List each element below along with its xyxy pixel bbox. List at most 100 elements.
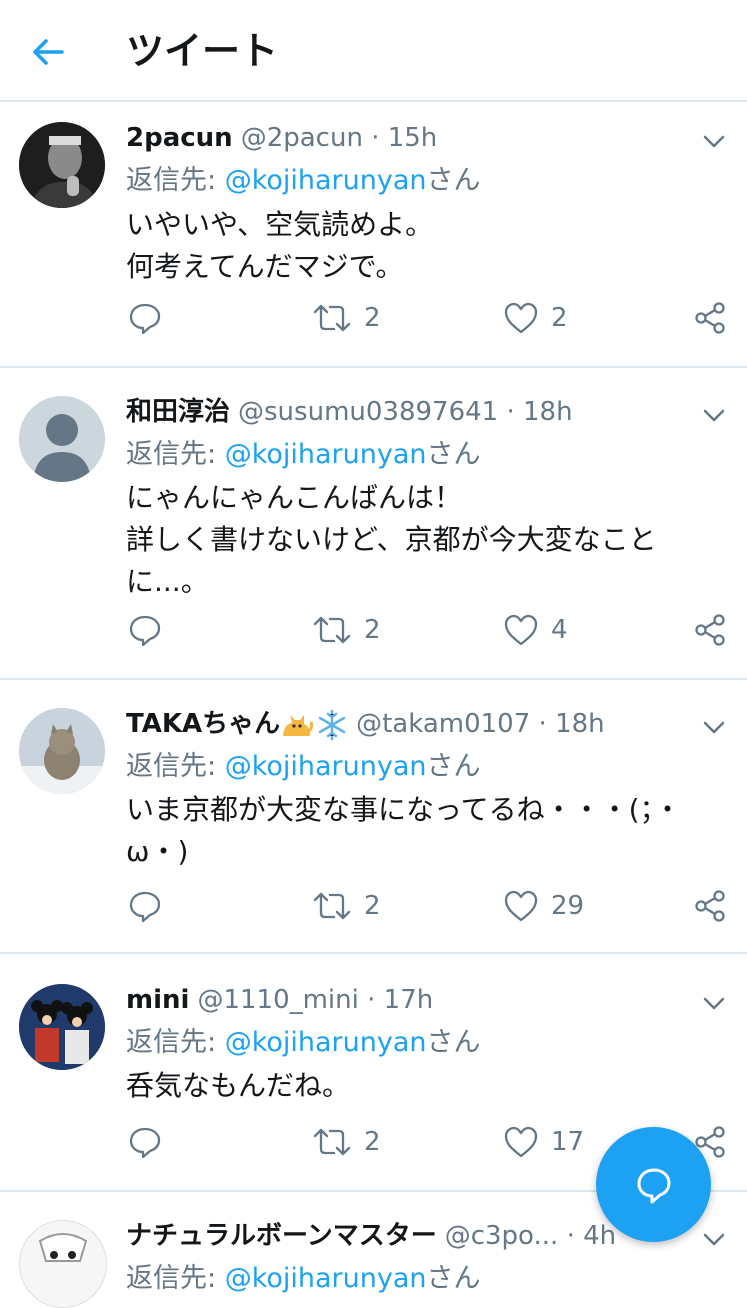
timestamp: 4h bbox=[583, 1221, 617, 1251]
reply-button[interactable] bbox=[128, 296, 162, 340]
handle[interactable]: @susumu03897641 bbox=[238, 397, 498, 427]
tweet-line: 詳しく書けないけど、京都が今大変なこと bbox=[126, 523, 657, 556]
timestamp: 18h bbox=[523, 397, 573, 427]
retweet-button[interactable]: 2 bbox=[312, 1120, 381, 1164]
chevron-down-icon[interactable] bbox=[701, 714, 727, 740]
retweet-button[interactable]: 2 bbox=[312, 884, 381, 928]
reply-prefix: 返信先: bbox=[126, 1263, 225, 1294]
reply-suffix: さん bbox=[426, 751, 481, 782]
share-button[interactable] bbox=[693, 884, 727, 928]
share-icon bbox=[695, 614, 725, 646]
reply-to-line: 返信先: @kojiharunyanさん bbox=[126, 747, 481, 787]
timestamp: 18h bbox=[555, 709, 605, 739]
chevron-down-icon[interactable] bbox=[701, 402, 727, 428]
back-arrow-icon[interactable] bbox=[28, 32, 68, 72]
tweet-header: mini @1110_mini · 17h bbox=[126, 980, 687, 1020]
like-button[interactable]: 17 bbox=[503, 1120, 584, 1164]
retweet-icon bbox=[313, 1128, 351, 1156]
tweet-line: いやいや、空気読めよ。 bbox=[126, 208, 434, 241]
reply-to-line: 返信先: @kojiharunyanさん bbox=[126, 161, 481, 201]
retweet-count: 2 bbox=[364, 303, 381, 333]
retweet-count: 2 bbox=[364, 1127, 381, 1157]
separator-dot: · bbox=[538, 709, 547, 739]
action-bar: 2 4 bbox=[0, 608, 747, 652]
chevron-down-icon[interactable] bbox=[701, 990, 727, 1016]
avatar[interactable] bbox=[19, 396, 105, 482]
tweet-line: いま京都が大変な事になってるね・・・(；・ bbox=[126, 793, 682, 826]
speech-bubble-icon bbox=[129, 615, 161, 647]
tweet-header: 2pacun @2pacun · 15h bbox=[126, 118, 687, 158]
compose-reply-icon bbox=[637, 1168, 670, 1203]
compose-reply-button[interactable] bbox=[596, 1127, 711, 1242]
speech-bubble-icon bbox=[129, 1127, 161, 1159]
avatar[interactable] bbox=[19, 708, 105, 794]
display-name[interactable]: ナチュラルボーンマスター bbox=[126, 1221, 437, 1251]
display-name[interactable]: 和田淳治 bbox=[126, 397, 230, 427]
tweet-item[interactable]: 2pacun @2pacun · 15h 返信先: @kojiharunyanさん… bbox=[0, 104, 747, 368]
share-icon bbox=[695, 302, 725, 334]
reply-button[interactable] bbox=[128, 608, 162, 652]
retweet-icon bbox=[313, 304, 351, 332]
action-bar: 2 2 bbox=[0, 296, 747, 340]
reply-to-link[interactable]: @kojiharunyan bbox=[225, 1027, 427, 1058]
handle[interactable]: @takam0107 bbox=[356, 709, 530, 739]
like-button[interactable]: 29 bbox=[503, 884, 584, 928]
reply-to-line: 返信先: @kojiharunyanさん bbox=[126, 435, 481, 475]
heart-icon bbox=[504, 614, 538, 646]
tweet-text: 呑気なもんだね。 bbox=[126, 1065, 707, 1107]
share-icon bbox=[695, 890, 725, 922]
cat-emoji-icon bbox=[283, 714, 314, 736]
avatar[interactable] bbox=[19, 122, 105, 208]
tweet-line: ω・) bbox=[126, 835, 189, 868]
avatar[interactable] bbox=[19, 984, 105, 1070]
handle[interactable]: @1110_mini bbox=[197, 985, 358, 1015]
reply-to-line: 返信先: @kojiharunyanさん bbox=[126, 1023, 481, 1063]
like-button[interactable]: 4 bbox=[503, 608, 568, 652]
retweet-button[interactable]: 2 bbox=[312, 608, 381, 652]
reply-to-link[interactable]: @kojiharunyan bbox=[225, 1263, 427, 1294]
tweet-header: TAKAちゃん @takam0107 · 18h bbox=[126, 704, 687, 744]
reply-suffix: さん bbox=[426, 165, 481, 196]
speech-bubble-icon bbox=[129, 891, 161, 923]
reply-to-link[interactable]: @kojiharunyan bbox=[225, 439, 427, 470]
top-app-bar: ツイート bbox=[0, 0, 747, 102]
like-button[interactable]: 2 bbox=[503, 296, 568, 340]
chevron-down-icon[interactable] bbox=[701, 1226, 727, 1252]
reply-to-link[interactable]: @kojiharunyan bbox=[225, 165, 427, 196]
display-name[interactable]: 2pacun bbox=[126, 123, 233, 153]
tweet-text: いやいや、空気読めよ。 何考えてんだマジで。 bbox=[126, 204, 707, 288]
display-name[interactable]: mini bbox=[126, 985, 189, 1015]
share-button[interactable] bbox=[693, 296, 727, 340]
heart-icon bbox=[504, 302, 538, 334]
reply-button[interactable] bbox=[128, 1120, 162, 1164]
timestamp: 15h bbox=[387, 123, 438, 153]
speech-bubble-icon bbox=[129, 303, 161, 335]
reply-to-link[interactable]: @kojiharunyan bbox=[225, 751, 427, 782]
handle[interactable]: @2pacun bbox=[241, 123, 363, 153]
reply-prefix: 返信先: bbox=[126, 751, 225, 782]
reply-prefix: 返信先: bbox=[126, 1027, 225, 1058]
avatar[interactable] bbox=[19, 1220, 107, 1308]
share-button[interactable] bbox=[693, 608, 727, 652]
reply-button[interactable] bbox=[128, 884, 162, 928]
handle[interactable]: @c3po... bbox=[445, 1221, 559, 1251]
reply-to-line: 返信先: @kojiharunyanさん bbox=[126, 1259, 481, 1299]
page-title: ツイート bbox=[126, 29, 279, 73]
tweet-line: に...。 bbox=[126, 565, 209, 598]
like-count: 29 bbox=[551, 891, 585, 921]
tweet-item[interactable]: TAKAちゃん @takam0107 · 18h 返信先: @kojiharuny… bbox=[0, 682, 747, 954]
separator-dot: · bbox=[566, 1221, 575, 1251]
like-count: 17 bbox=[551, 1127, 585, 1157]
heart-icon bbox=[504, 890, 538, 922]
chevron-down-icon[interactable] bbox=[701, 128, 727, 154]
tweet-item[interactable]: 和田淳治 @susumu03897641 · 18h 返信先: @kojiharu… bbox=[0, 370, 747, 680]
display-name[interactable]: TAKAちゃん bbox=[126, 709, 280, 739]
tweet-header: 和田淳治 @susumu03897641 · 18h bbox=[126, 392, 687, 432]
reply-suffix: さん bbox=[426, 439, 481, 470]
retweet-button[interactable]: 2 bbox=[312, 296, 381, 340]
action-bar: 2 29 bbox=[0, 884, 747, 928]
separator-dot: · bbox=[506, 397, 515, 427]
retweet-count: 2 bbox=[364, 615, 381, 645]
retweet-count: 2 bbox=[364, 891, 381, 921]
tweet-line: にゃんにゃんこんばんは！ bbox=[126, 481, 463, 514]
